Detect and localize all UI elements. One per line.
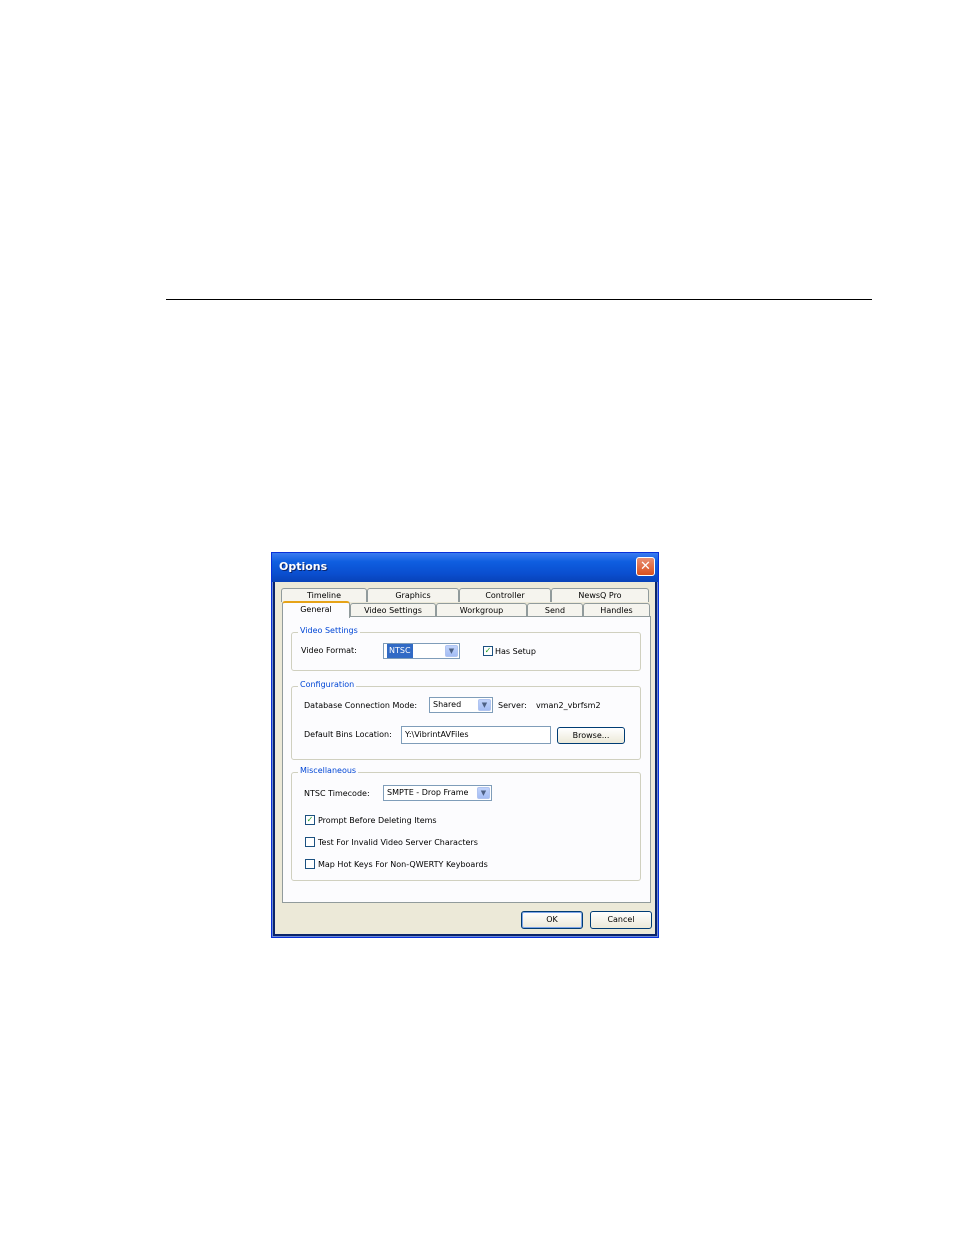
tab-label: General	[300, 605, 332, 614]
options-dialog: Options ✕ Timeline Graphics Controller N…	[271, 552, 659, 938]
tab-panel-general: Video Settings Video Format: NTSC ▼ ✓ Ha…	[282, 616, 651, 903]
configuration-legend: Configuration	[298, 680, 357, 689]
tab-controller[interactable]: Controller	[459, 588, 551, 602]
tab-label: Send	[544, 606, 566, 615]
title-bar[interactable]: Options ✕	[272, 553, 658, 582]
video-settings-legend: Video Settings	[298, 626, 360, 635]
test-invalid-characters-label: Test For Invalid Video Server Characters	[318, 838, 478, 847]
miscellaneous-group: Miscellaneous NTSC Timecode: SMPTE - Dro…	[291, 766, 641, 881]
close-button[interactable]: ✕	[636, 557, 655, 576]
miscellaneous-legend: Miscellaneous	[298, 766, 359, 775]
browse-button[interactable]: Browse...	[557, 727, 625, 744]
tab-label: Video Settings	[364, 606, 422, 615]
tab-label: Controller	[485, 591, 525, 600]
map-hot-keys-checkbox[interactable]	[305, 859, 315, 869]
db-connection-mode-select[interactable]: Shared ▼	[429, 697, 493, 713]
tab-send[interactable]: Send	[527, 603, 583, 617]
check-icon: ✓	[306, 815, 314, 824]
cancel-button[interactable]: Cancel	[590, 911, 652, 929]
has-setup-checkbox[interactable]: ✓	[483, 646, 493, 656]
configuration-group: Configuration Database Connection Mode: …	[291, 680, 641, 760]
server-label: Server:	[498, 701, 527, 710]
prompt-before-deleting-label: Prompt Before Deleting Items	[318, 816, 437, 825]
default-bins-label: Default Bins Location:	[304, 730, 392, 739]
chevron-down-icon[interactable]: ▼	[478, 699, 491, 711]
horizontal-rule	[166, 299, 872, 300]
map-hot-keys-label: Map Hot Keys For Non-QWERTY Keyboards	[318, 860, 488, 869]
ntsc-timecode-select[interactable]: SMPTE - Drop Frame ▼	[383, 785, 492, 801]
ok-button[interactable]: OK	[521, 911, 583, 929]
db-connection-mode-label: Database Connection Mode:	[304, 701, 418, 710]
tab-workgroup[interactable]: Workgroup	[436, 603, 527, 617]
check-icon: ✓	[484, 646, 492, 655]
default-bins-input[interactable]: Y:\VibrintAVFiles	[401, 726, 551, 744]
prompt-before-deleting-checkbox[interactable]: ✓	[305, 815, 315, 825]
tab-label: Graphics	[395, 591, 431, 600]
tab-label: Handles	[600, 606, 633, 615]
chevron-down-icon[interactable]: ▼	[445, 645, 458, 657]
ok-label: OK	[546, 915, 558, 924]
video-settings-group: Video Settings Video Format: NTSC ▼ ✓ Ha…	[291, 626, 641, 671]
server-value: vman2_vbrfsm2	[536, 701, 601, 710]
tab-video-settings[interactable]: Video Settings	[350, 603, 436, 617]
test-invalid-characters-checkbox[interactable]	[305, 837, 315, 847]
tab-label: NewsQ Pro	[578, 591, 622, 600]
video-format-select[interactable]: NTSC ▼	[383, 643, 460, 659]
dialog-client: Timeline Graphics Controller NewsQ Pro G…	[275, 582, 655, 934]
video-format-value: NTSC	[387, 644, 413, 658]
tab-handles[interactable]: Handles	[583, 603, 650, 617]
window-title: Options	[279, 560, 328, 573]
tab-graphics[interactable]: Graphics	[367, 588, 459, 602]
chevron-down-icon[interactable]: ▼	[477, 787, 490, 799]
close-icon: ✕	[640, 559, 651, 574]
cancel-label: Cancel	[607, 915, 635, 924]
ntsc-timecode-label: NTSC Timecode:	[304, 789, 370, 798]
tab-label: Workgroup	[459, 606, 504, 615]
has-setup-label: Has Setup	[495, 647, 536, 656]
tab-label: Timeline	[306, 591, 341, 600]
browse-label: Browse...	[572, 731, 610, 740]
tab-timeline[interactable]: Timeline	[281, 588, 367, 602]
tab-newsq-pro[interactable]: NewsQ Pro	[551, 588, 649, 602]
video-format-label: Video Format:	[301, 646, 357, 655]
default-bins-value: Y:\VibrintAVFiles	[405, 730, 469, 739]
tab-general[interactable]: General	[282, 601, 350, 618]
db-connection-mode-value: Shared	[433, 700, 462, 709]
ntsc-timecode-value: SMPTE - Drop Frame	[387, 788, 469, 797]
